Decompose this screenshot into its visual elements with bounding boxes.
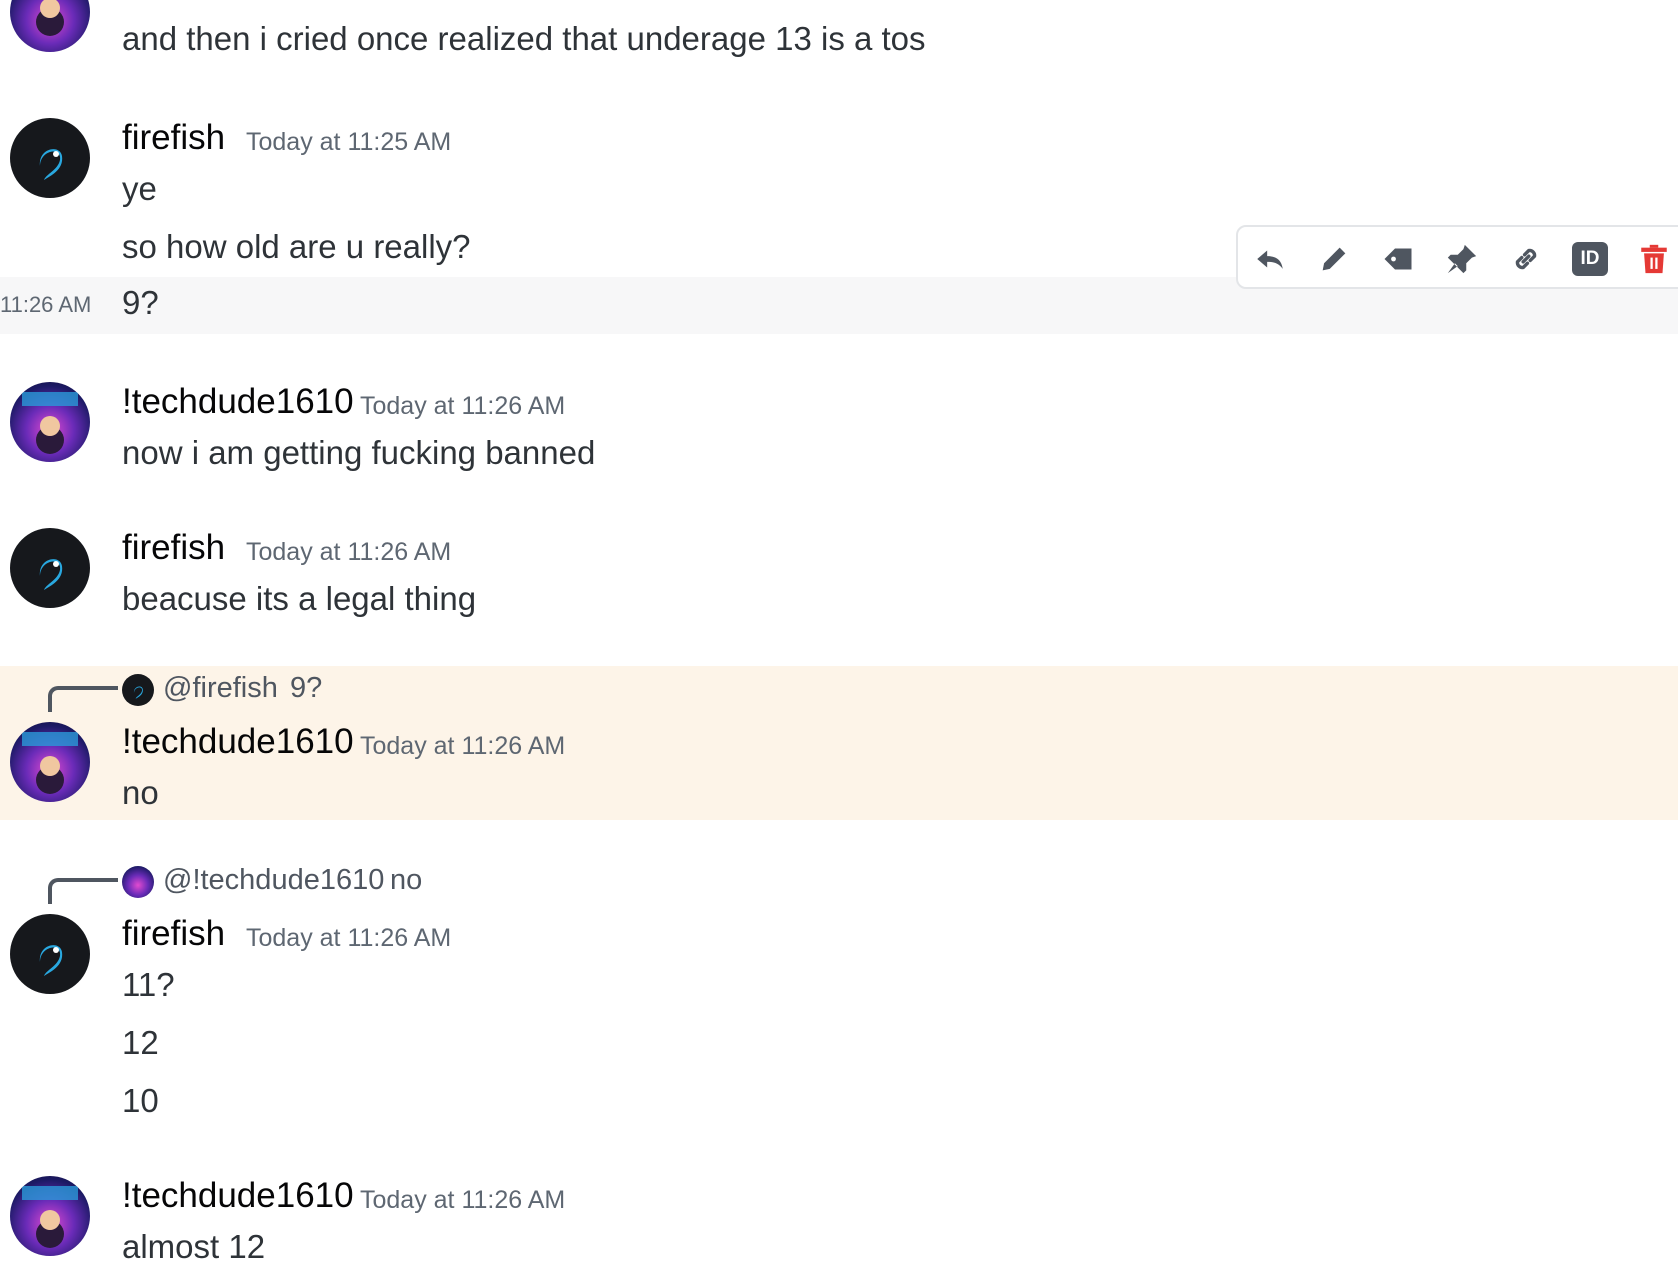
id-label: ID [1572, 242, 1608, 276]
fish-logo-icon [39, 149, 63, 180]
message-text: 10 [122, 1082, 159, 1119]
tag-icon[interactable] [1376, 237, 1420, 281]
message-text: ye [122, 170, 157, 207]
message-timestamp: Today at 11:26 AM [246, 538, 452, 566]
reply-connector [48, 878, 118, 904]
author-name[interactable]: !techdude1610 [122, 722, 354, 762]
link-icon[interactable] [1504, 237, 1548, 281]
fish-logo-icon [39, 945, 63, 976]
firefish-avatar[interactable] [10, 528, 90, 608]
techdude-avatar[interactable] [10, 382, 90, 462]
reply-author[interactable]: @firefish [163, 672, 278, 705]
message-timestamp: Today at 11:26 AM [360, 732, 566, 760]
author-name[interactable]: !techdude1610 [122, 1176, 354, 1216]
hover-timestamp: 11:26 AM [0, 292, 92, 317]
message-timestamp: Today at 11:25 AM [246, 128, 452, 156]
reply-author[interactable]: @!techdude1610 [163, 864, 384, 897]
author-name[interactable]: firefish [122, 914, 225, 954]
delete-icon[interactable] [1632, 237, 1676, 281]
reply-preview[interactable]: 9? [290, 672, 322, 705]
message-text: so how old are u really? [122, 228, 471, 265]
message-text: now i am getting fucking banned [122, 434, 596, 471]
message-timestamp: Today at 11:26 AM [360, 392, 566, 420]
edit-icon[interactable] [1312, 237, 1356, 281]
author-name[interactable]: firefish [122, 118, 225, 158]
message-timestamp: Today at 11:26 AM [246, 924, 452, 952]
message-text: beacuse its a legal thing [122, 580, 477, 617]
techdude-avatar[interactable] [10, 0, 90, 52]
message-text: and then i cried once realized that unde… [122, 20, 926, 57]
message-text: no [122, 774, 159, 811]
firefish-avatar[interactable] [10, 914, 90, 994]
author-name[interactable]: !techdude1610 [122, 382, 354, 422]
message-text: almost 12 [122, 1228, 266, 1265]
message-timestamp: Today at 11:26 AM [360, 1186, 566, 1214]
fish-logo-icon [39, 559, 63, 590]
reply-icon[interactable] [1248, 237, 1292, 281]
message-text: 12 [122, 1024, 159, 1061]
message-text: 11? [122, 966, 175, 1003]
reply-preview[interactable]: no [390, 864, 422, 897]
techdude-avatar[interactable] [10, 1176, 90, 1256]
message-actions-toolbar: ID [1236, 225, 1678, 289]
techdude-avatar[interactable] [10, 722, 90, 802]
id-icon[interactable]: ID [1568, 237, 1612, 281]
reply-avatar [122, 866, 154, 898]
reply-avatar [122, 674, 154, 706]
reply-connector [48, 686, 118, 712]
firefish-avatar[interactable] [10, 118, 90, 198]
author-name[interactable]: firefish [122, 528, 225, 568]
message-text: 9? [122, 284, 159, 321]
pin-icon[interactable] [1440, 237, 1484, 281]
